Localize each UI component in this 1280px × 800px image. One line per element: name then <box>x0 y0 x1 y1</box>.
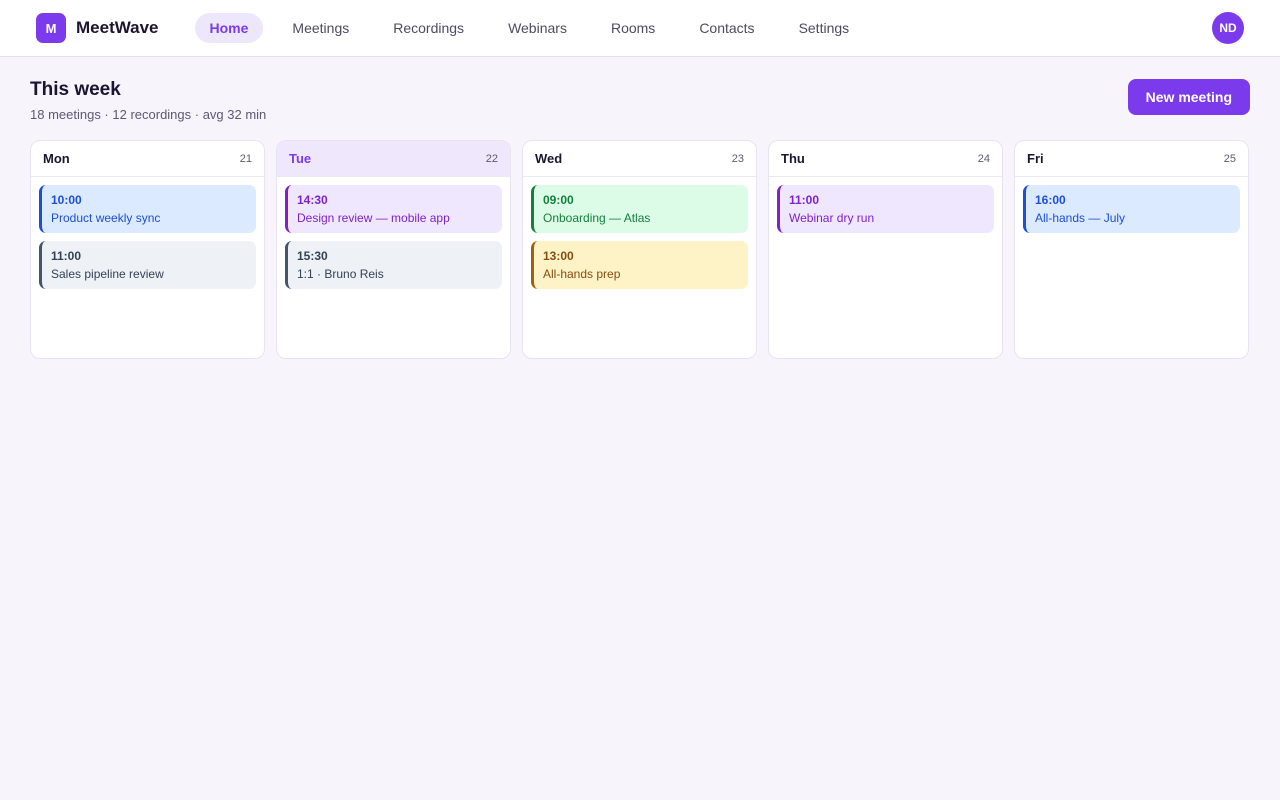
event-list: 09:00 Onboarding — Atlas 13:00 All-hands pr… <box>523 177 756 289</box>
day-date: 25 <box>1223 152 1236 165</box>
user-avatar[interactable]: ND <box>1212 12 1244 44</box>
nav-item-settings[interactable]: Settings <box>784 13 865 43</box>
page-subtitle: 18 meetings · 12 recordings · avg 32 min <box>30 107 267 122</box>
day-column-thu: Thu 24 11:00 Webinar dry run <box>768 140 1003 359</box>
event-time: 13:00 <box>543 249 574 263</box>
new-meeting-button[interactable]: New meeting <box>1127 79 1250 115</box>
day-column-tue: Tue 22 14:30 Design review — mobile app 15:3… <box>276 140 511 359</box>
nav-item-recordings[interactable]: Recordings <box>378 13 479 43</box>
brand[interactable]: M MeetWave <box>36 13 159 43</box>
event-card[interactable]: 11:00 Webinar dry run <box>777 185 994 233</box>
event-title: Design review — mobile app <box>297 211 450 225</box>
event-title: 1:1 · Bruno Reis <box>297 267 384 281</box>
day-date: 21 <box>239 152 252 165</box>
day-date: 24 <box>977 152 990 165</box>
event-list: 10:00 Product weekly sync 11:00 Sales pipel… <box>31 177 264 289</box>
event-time: 09:00 <box>543 193 574 207</box>
nav-item-contacts[interactable]: Contacts <box>684 13 769 43</box>
event-title: All-hands — July <box>1035 211 1126 225</box>
day-name: Thu <box>781 151 805 166</box>
event-time: 11:00 <box>789 193 820 207</box>
event-card[interactable]: 15:30 1:1 · Bruno Reis <box>285 241 502 289</box>
event-title: Sales pipeline review <box>51 267 164 281</box>
event-time: 10:00 <box>51 193 82 207</box>
day-name: Fri <box>1027 151 1044 166</box>
event-time: 16:00 <box>1035 193 1066 207</box>
event-title: Onboarding — Atlas <box>543 211 651 225</box>
top-bar: M MeetWave Home Meetings Recordings Webinar… <box>0 0 1280 57</box>
nav-item-rooms[interactable]: Rooms <box>596 13 670 43</box>
event-card[interactable]: 10:00 Product weekly sync <box>39 185 256 233</box>
day-column-fri: Fri 25 16:00 All-hands — July <box>1014 140 1249 359</box>
event-list: 14:30 Design review — mobile app 15:30 1:1 … <box>277 177 510 289</box>
day-header: Tue 22 <box>277 141 510 177</box>
app-logo-icon: M <box>36 13 66 43</box>
event-card[interactable]: 14:30 Design review — mobile app <box>285 185 502 233</box>
event-title: All-hands prep <box>543 267 621 281</box>
day-header: Wed 23 <box>523 141 756 177</box>
event-time: 11:00 <box>51 249 82 263</box>
page-header: This week 18 meetings · 12 recordings · … <box>0 57 1280 140</box>
event-list: 16:00 All-hands — July <box>1015 177 1248 233</box>
event-card[interactable]: 16:00 All-hands — July <box>1023 185 1240 233</box>
day-header: Fri 25 <box>1015 141 1248 177</box>
event-card[interactable]: 09:00 Onboarding — Atlas <box>531 185 748 233</box>
day-date: 23 <box>731 152 744 165</box>
day-name: Wed <box>535 151 563 166</box>
day-column-mon: Mon 21 10:00 Product weekly sync 11:00 Sales … <box>30 140 265 359</box>
main-nav: Home Meetings Recordings Webinars Rooms Conta… <box>194 13 865 43</box>
event-card[interactable]: 11:00 Sales pipeline review <box>39 241 256 289</box>
event-title: Webinar dry run <box>789 211 875 225</box>
day-name: Mon <box>43 151 70 166</box>
day-column-wed: Wed 23 09:00 Onboarding — Atlas 13:00 All-han… <box>522 140 757 359</box>
app-name: MeetWave <box>76 18 159 37</box>
nav-item-webinars[interactable]: Webinars <box>493 13 582 43</box>
page-title: This week <box>30 79 121 100</box>
nav-item-home[interactable]: Home <box>194 13 264 43</box>
nav-item-meetings[interactable]: Meetings <box>277 13 364 43</box>
day-header: Thu 24 <box>769 141 1002 177</box>
event-time: 14:30 <box>297 193 328 207</box>
event-title: Product weekly sync <box>51 211 161 225</box>
event-card[interactable]: 13:00 All-hands prep <box>531 241 748 289</box>
event-time: 15:30 <box>297 249 328 263</box>
day-date: 22 <box>485 152 498 165</box>
day-header: Mon 21 <box>31 141 264 177</box>
event-list: 11:00 Webinar dry run <box>769 177 1002 233</box>
day-name: Tue <box>289 151 312 166</box>
week-calendar: Mon 21 10:00 Product weekly sync 11:00 Sales … <box>0 140 1280 359</box>
